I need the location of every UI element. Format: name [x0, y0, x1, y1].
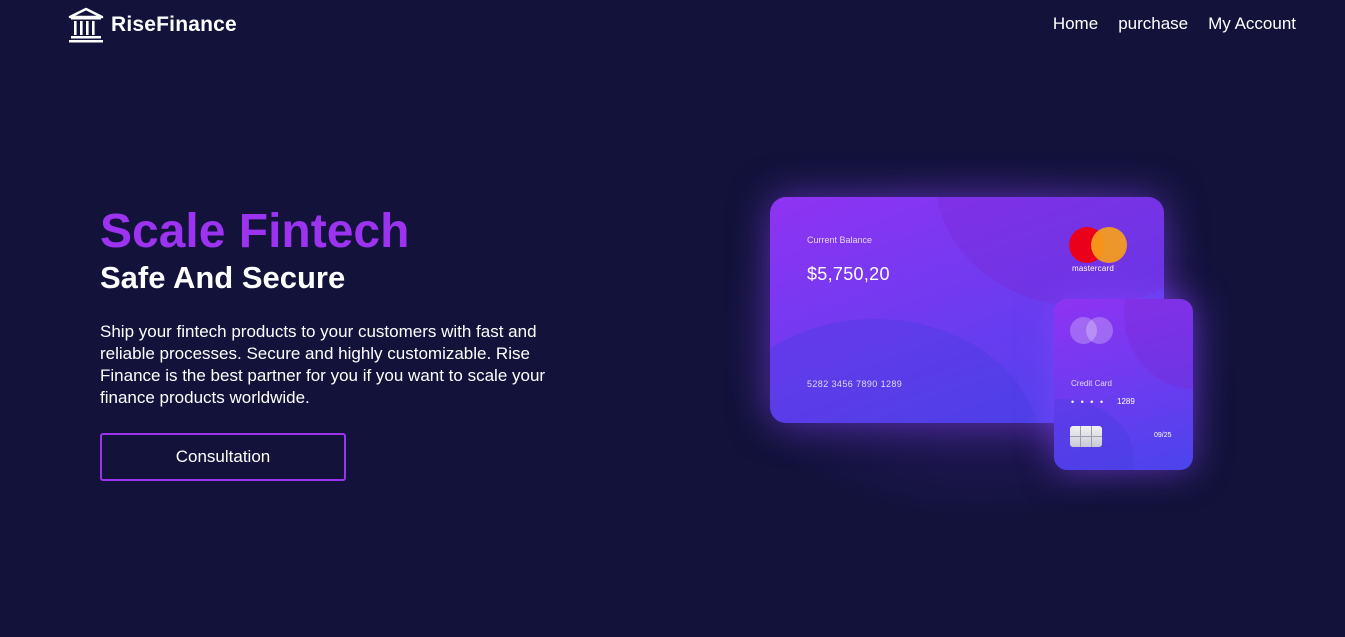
- card-last-digits: 1289: [1117, 397, 1135, 406]
- balance-amount: $5,750,20: [807, 264, 890, 284]
- hero-title: Scale Fintech: [100, 205, 410, 258]
- hero-subtitle: Safe And Secure: [100, 260, 346, 295]
- consultation-button[interactable]: Consultation: [100, 433, 346, 481]
- card-decoration: [935, 197, 1164, 307]
- hero-description: Ship your fintech products to your custo…: [100, 322, 546, 407]
- masked-digits: • • • •: [1071, 397, 1106, 407]
- main-nav: Home purchase My Account: [1053, 14, 1296, 34]
- balance-label: Current Balance: [807, 235, 873, 245]
- mastercard-icon: [1069, 227, 1127, 263]
- nav-link-my-account[interactable]: My Account: [1208, 14, 1296, 34]
- card-brand-icon: [1070, 317, 1114, 345]
- card-number: 5282 3456 7890 1289: [807, 379, 903, 389]
- credit-card: Credit Card • • • • 1289 09/25: [1054, 299, 1193, 470]
- card-decoration: [770, 319, 1040, 423]
- nav-link-purchase[interactable]: purchase: [1118, 14, 1188, 34]
- bank-icon: [68, 7, 104, 43]
- card-decoration: [1124, 299, 1193, 389]
- credit-card-label: Credit Card: [1071, 379, 1112, 388]
- mastercard-wordmark: mastercard: [1072, 264, 1115, 273]
- nav-link-home[interactable]: Home: [1053, 14, 1098, 34]
- card-chip-icon: [1070, 426, 1102, 447]
- page: RiseFinance Home purchase My Account Sca…: [0, 0, 1345, 637]
- card-expiry: 09/25: [1154, 432, 1172, 439]
- brand-name: RiseFinance: [111, 13, 237, 36]
- brand-logo[interactable]: RiseFinance: [68, 7, 237, 43]
